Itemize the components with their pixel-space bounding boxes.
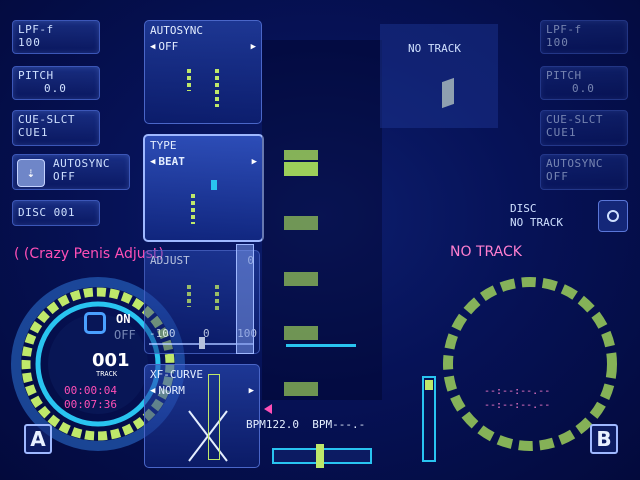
track-number-label: TRACK	[96, 370, 118, 378]
lpf-value: 100	[546, 36, 569, 49]
cue-select-value: CUE1	[18, 126, 49, 139]
cue-select-panel-left[interactable]: CUE-SLCT CUE1	[12, 110, 100, 146]
pink-marker-icon	[264, 404, 272, 414]
xf-curve-panel[interactable]: XF-CURVE ◀ NORM ▶	[144, 364, 260, 468]
meter-block	[284, 382, 318, 396]
no-track-top: NO TRACK	[408, 42, 461, 55]
no-track-title: NO TRACK	[450, 244, 522, 260]
xf-curve-title: XF-CURVE	[150, 368, 203, 381]
pitch-panel-left[interactable]: PITCH 0.0	[12, 66, 100, 100]
meter-block	[284, 162, 318, 176]
lpf-label: LPF-f	[546, 23, 582, 36]
pitch-value: 0.0	[44, 82, 67, 95]
disc-label: DISC 001	[18, 206, 75, 219]
beat-meter-icon	[215, 69, 219, 107]
cue-select-panel-right[interactable]: CUE-SLCT CUE1	[540, 110, 628, 146]
beat-meter-icon	[191, 194, 195, 224]
type-settings-panel[interactable]: TYPE ◀ BEAT ▶	[143, 134, 264, 242]
autosync-panel-left[interactable]: ⇣ AUTOSYNC OFF	[12, 154, 130, 190]
autosync-settings-value: OFF	[158, 40, 179, 53]
lpf-value: 100	[18, 36, 41, 49]
adjust-slider-thumb[interactable]	[199, 337, 205, 349]
autosync-settings-title: AUTOSYNC	[150, 24, 203, 37]
cue-select-value: CUE1	[546, 126, 577, 139]
lpf-panel-left[interactable]: LPF-f 100	[12, 20, 100, 54]
time-elapsed: 00:00:04	[64, 384, 117, 397]
pitch-value: 0.0	[572, 82, 595, 95]
level-meter-fill	[425, 380, 433, 390]
disc-slot-icon	[442, 77, 454, 109]
lpf-label: LPF-f	[18, 23, 54, 36]
time-placeholder-2: --:--:--.--	[484, 400, 551, 411]
meter-block	[284, 326, 318, 340]
adjust-title: ADJUST	[150, 254, 190, 267]
right-preview-box: NO TRACK	[380, 24, 498, 128]
toggle-off-label[interactable]: OFF	[114, 328, 136, 342]
cursor-icon	[211, 180, 217, 190]
meter-block	[284, 150, 318, 160]
track-title: ( (Crazy Penis Adjust)	[14, 246, 164, 262]
time-remaining: 00:07:36	[64, 398, 117, 411]
autosync-settings-panel[interactable]: AUTOSYNC ◀ OFF ▶	[144, 20, 262, 124]
beat-meter-icon	[187, 69, 191, 91]
right-arrow-icon[interactable]: ▶	[251, 42, 256, 52]
autosync-value: OFF	[53, 170, 76, 183]
autosync-value: OFF	[546, 170, 569, 183]
beat-meter-icon	[215, 285, 219, 313]
xf-curve-value: NORM	[158, 384, 185, 397]
type-settings-value: BEAT	[158, 155, 185, 168]
meter-block	[284, 216, 318, 230]
type-settings-title: TYPE	[150, 139, 177, 152]
bpm-readout: BPM122.0 BPM---.-	[246, 418, 366, 431]
disc-label: DISC	[510, 202, 537, 215]
disc-icon	[607, 210, 619, 222]
toggle-on-label[interactable]: ON	[116, 312, 130, 326]
autosync-label: AUTOSYNC	[546, 157, 603, 170]
disc-info-right: DISC NO TRACK	[510, 202, 563, 230]
autosync-panel-right[interactable]: AUTOSYNC OFF	[540, 154, 628, 190]
time-placeholder-1: --:--:--.--	[484, 386, 551, 397]
pitch-label: PITCH	[546, 69, 582, 82]
pitch-fader-left[interactable]	[236, 244, 254, 354]
beat-meter-icon	[187, 285, 191, 307]
deck-b-badge: B	[590, 424, 618, 454]
lpf-panel-right[interactable]: LPF-f 100	[540, 20, 628, 54]
pitch-label: PITCH	[18, 69, 54, 82]
sync-arrow-icon[interactable]: ⇣	[17, 159, 45, 187]
eject-button[interactable]	[598, 200, 628, 232]
xf-level-meter	[208, 374, 220, 460]
disc-value: NO TRACK	[510, 216, 563, 229]
right-arrow-icon[interactable]: ▶	[252, 157, 257, 167]
cue-select-label: CUE-SLCT	[18, 113, 75, 126]
disc-panel-left[interactable]: DISC 001	[12, 200, 100, 226]
playhead-line	[286, 344, 356, 347]
adjust-min: -100	[149, 327, 176, 340]
autosync-label: AUTOSYNC	[53, 157, 110, 170]
right-arrow-icon[interactable]: ▶	[249, 386, 254, 396]
crossfader-knob[interactable]	[316, 444, 324, 468]
deck-a-badge: A	[24, 424, 52, 454]
meter-block	[284, 272, 318, 286]
track-number: 001	[92, 350, 130, 371]
loop-toggle-icon[interactable]	[84, 312, 106, 334]
cue-select-label: CUE-SLCT	[546, 113, 603, 126]
pitch-panel-right[interactable]: PITCH 0.0	[540, 66, 628, 100]
